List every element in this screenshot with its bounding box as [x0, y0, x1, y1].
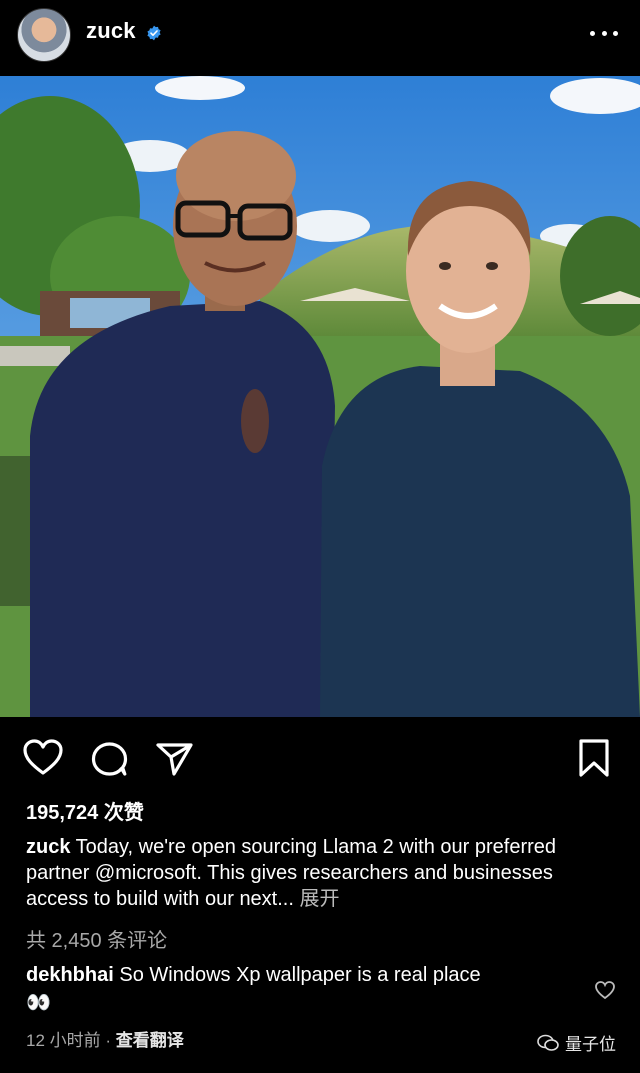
view-all-comments-link[interactable]: 共 2,450 条评论 — [26, 924, 167, 953]
verified-badge-icon — [147, 25, 161, 41]
post-meta: 12 小时前 · 查看翻译 — [26, 1026, 184, 1051]
comment-bubble-icon[interactable] — [88, 738, 128, 778]
eyes-emoji: 👀 — [26, 992, 51, 1014]
heart-icon[interactable] — [22, 738, 64, 776]
post-actions — [0, 732, 640, 784]
post-time: 12 小时前 — [26, 1031, 101, 1050]
post-photo[interactable] — [0, 76, 640, 717]
watermark: 量子位 — [537, 1030, 616, 1055]
wechat-logo-icon — [537, 1034, 559, 1051]
meta-separator: · — [100, 1031, 116, 1050]
post-caption: zuck Today, we're open sourcing Llama 2 … — [26, 834, 616, 912]
post-username[interactable]: zuck — [86, 18, 136, 44]
caption-text: Today, we're open sourcing Llama 2 with … — [26, 836, 557, 910]
like-count[interactable]: 195,724 次赞 — [26, 796, 144, 825]
top-comment: dekhbhai So Windows Xp wallpaper is a re… — [26, 962, 586, 1014]
expand-caption-link[interactable]: 展开 — [294, 888, 339, 910]
watermark-text: 量子位 — [565, 1035, 616, 1054]
post-header: zuck — [0, 0, 640, 76]
bookmark-icon[interactable] — [578, 738, 610, 778]
avatar[interactable] — [17, 8, 71, 62]
caption-username[interactable]: zuck — [26, 836, 70, 858]
more-options-icon[interactable] — [590, 24, 618, 42]
comment-text: So Windows Xp wallpaper is a real place — [113, 964, 481, 986]
comment-username[interactable]: dekhbhai — [26, 964, 114, 986]
comment-like-heart-icon[interactable] — [594, 980, 616, 1000]
see-translation-link[interactable]: 查看翻译 — [116, 1031, 184, 1050]
send-icon[interactable] — [154, 738, 194, 778]
